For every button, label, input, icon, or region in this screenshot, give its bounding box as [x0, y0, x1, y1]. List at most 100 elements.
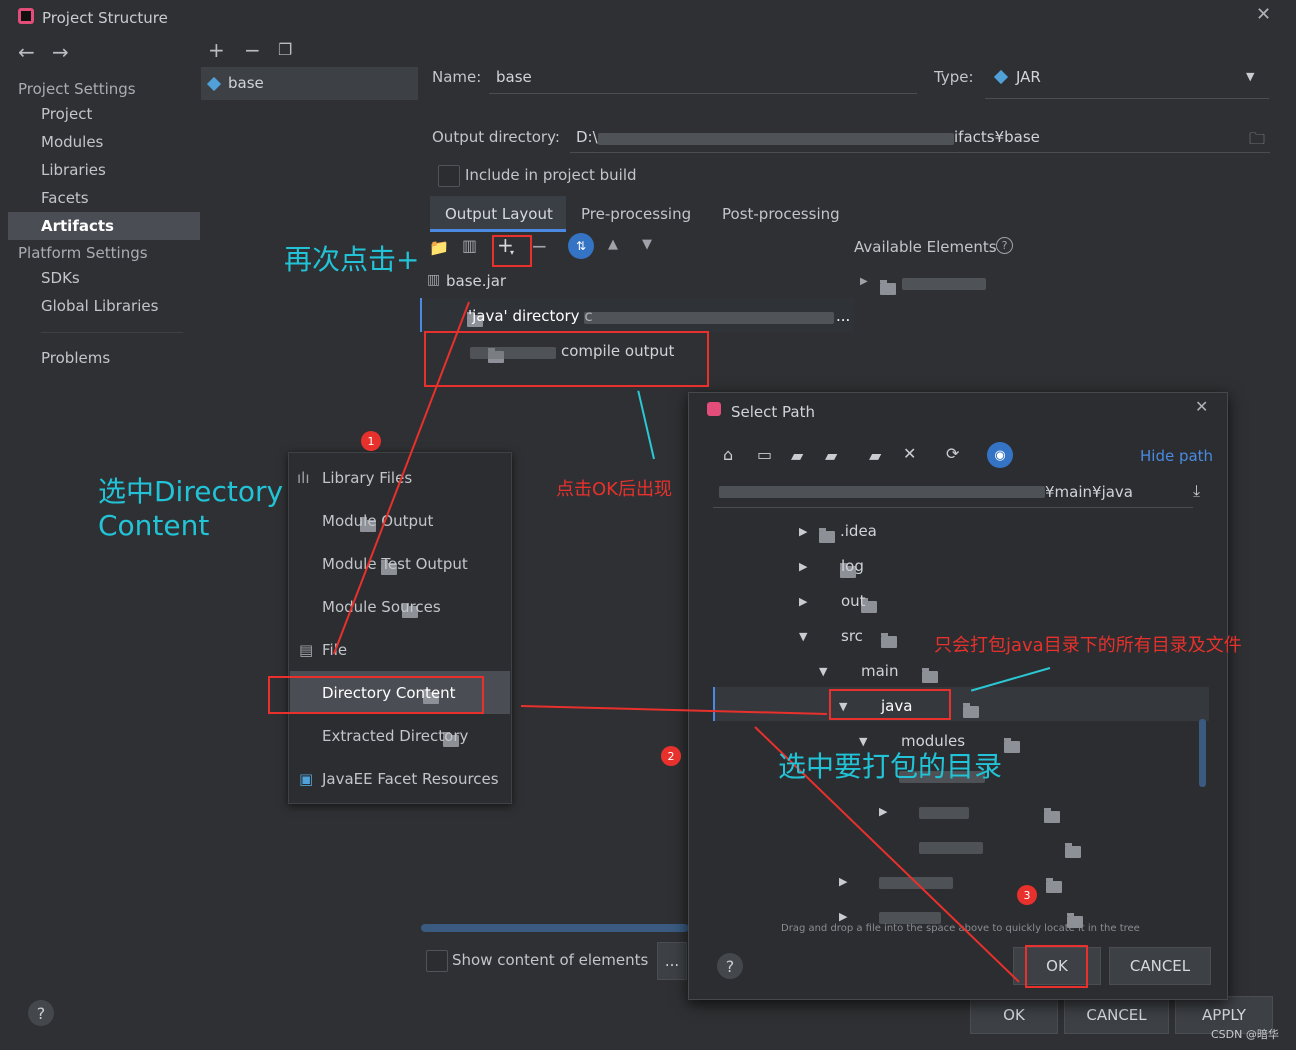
library-files-icon: ılı: [297, 469, 310, 487]
browse-folder-icon[interactable]: 🗀: [1249, 128, 1265, 155]
jar-artifact-icon: [206, 76, 222, 92]
include-build-checkbox[interactable]: [438, 165, 460, 187]
forward-arrow-icon[interactable]: →: [52, 42, 69, 62]
menu-module-test-output[interactable]: Module Test Output: [322, 555, 468, 573]
artifact-name: base: [228, 74, 264, 92]
java-directory-path-blurred: [584, 312, 834, 324]
step-badge-1: 1: [361, 431, 381, 451]
dialog-title: Select Path: [731, 403, 815, 421]
tree-item-blurred: [919, 807, 969, 819]
show-content-checkbox[interactable]: [426, 950, 448, 972]
collapse-src-icon[interactable]: ▼: [799, 630, 807, 643]
java-directory-ellipsis: ...: [836, 307, 851, 325]
expand-idea-icon[interactable]: ▶: [799, 525, 807, 538]
remove-element-icon[interactable]: −: [531, 234, 548, 258]
add-artifact-icon[interactable]: +: [208, 40, 225, 60]
copy-artifact-icon[interactable]: ❐: [278, 40, 292, 60]
vertical-scrollbar[interactable]: [1199, 719, 1206, 787]
tree-item-src[interactable]: src: [841, 627, 863, 645]
move-down-icon[interactable]: ▼: [642, 237, 652, 252]
horizontal-scrollbar[interactable]: [421, 924, 689, 932]
tree-item-log[interactable]: log: [841, 557, 864, 575]
menu-module-sources[interactable]: Module Sources: [322, 598, 441, 616]
tree-root-jar[interactable]: base.jar: [446, 272, 506, 290]
output-directory-label: Output directory:: [432, 128, 560, 146]
sidebar-item-facets[interactable]: Facets: [41, 189, 89, 207]
csdn-watermark: CSDN @暗华: [1211, 1028, 1279, 1041]
new-folder-icon[interactable]: ▰: [869, 446, 881, 465]
sidebar-item-problems[interactable]: Problems: [41, 349, 110, 367]
tree-item-main[interactable]: main: [861, 662, 898, 680]
help-circle-icon[interactable]: ?: [996, 237, 1013, 254]
name-field[interactable]: base: [496, 68, 532, 86]
main-ok-button[interactable]: OK: [970, 996, 1058, 1034]
move-up-icon[interactable]: ▲: [608, 237, 618, 252]
sidebar-item-artifacts[interactable]: Artifacts: [41, 217, 114, 235]
expand-icon[interactable]: ▶: [839, 910, 847, 923]
intellij-logo-icon: [18, 8, 34, 24]
tree-item-idea[interactable]: .idea: [840, 522, 877, 540]
hide-path-link[interactable]: Hide path: [1140, 447, 1213, 465]
folder-icon: [881, 632, 898, 648]
expand-log-icon[interactable]: ▶: [799, 560, 807, 573]
create-archive-icon[interactable]: ▥: [462, 236, 477, 255]
output-field-underline: [570, 152, 1270, 153]
artifact-list-item[interactable]: base: [201, 67, 418, 100]
window-title: Project Structure: [42, 9, 168, 27]
download-icon[interactable]: ⤓: [1193, 481, 1200, 501]
title-bar: Project Structure ✕: [0, 0, 1296, 36]
highlight-add-button: [492, 235, 532, 267]
tree-java-directory: 'java' directory c: [468, 307, 593, 325]
folder-icon: [1003, 737, 1020, 753]
expand-out-icon[interactable]: ▶: [799, 595, 807, 608]
sidebar-item-modules[interactable]: Modules: [41, 133, 103, 151]
menu-module-output[interactable]: Module Output: [322, 512, 433, 530]
show-content-label: Show content of elements: [452, 951, 649, 969]
sidebar-item-global-libraries[interactable]: Global Libraries: [41, 297, 158, 315]
tree-item-out[interactable]: out: [841, 592, 866, 610]
create-directory-icon[interactable]: 📁: [429, 238, 449, 257]
menu-javaee-facet-resources[interactable]: JavaEE Facet Resources: [322, 770, 499, 788]
expand-icon[interactable]: ▶: [839, 875, 847, 888]
show-hidden-icon[interactable]: ◉: [987, 442, 1013, 468]
tab-pre-processing[interactable]: Pre-processing: [581, 205, 691, 223]
home-icon[interactable]: ⌂: [723, 445, 733, 464]
delete-icon[interactable]: ✕: [903, 444, 916, 463]
tree-row-java-selected[interactable]: [713, 687, 1209, 721]
collapse-main-icon[interactable]: ▼: [819, 665, 827, 678]
path-field[interactable]: ¥main¥java: [1045, 483, 1133, 501]
help-icon[interactable]: ?: [28, 1000, 54, 1026]
expand-icon[interactable]: ▶: [879, 805, 887, 818]
chevron-down-icon[interactable]: ▼: [1246, 70, 1254, 83]
desktop-icon[interactable]: ▭: [757, 445, 772, 464]
sidebar-item-project[interactable]: Project: [41, 105, 92, 123]
dialog-logo-icon: [707, 402, 721, 416]
type-select[interactable]: JAR: [1016, 68, 1041, 86]
project-folder-icon[interactable]: ▰: [791, 446, 803, 465]
dialog-cancel-button[interactable]: CANCEL: [1109, 947, 1211, 985]
sidebar-divider: [41, 332, 183, 333]
main-cancel-button[interactable]: CANCEL: [1064, 996, 1169, 1034]
refresh-icon[interactable]: ⟳: [946, 444, 959, 463]
sidebar-item-sdks[interactable]: SDKs: [41, 269, 80, 287]
expand-arrow-icon[interactable]: ▶: [860, 276, 868, 287]
tab-output-layout[interactable]: Output Layout: [430, 196, 566, 232]
sort-icon[interactable]: ⇅: [568, 233, 594, 259]
dialog-close-icon[interactable]: ✕: [1195, 397, 1208, 416]
step-badge-3: 3: [1017, 885, 1037, 905]
path-field-underline: [713, 507, 1193, 508]
close-icon[interactable]: ✕: [1256, 4, 1271, 25]
module-folder-toolbar-icon[interactable]: ▰: [825, 446, 837, 465]
folder-icon: [1046, 877, 1063, 893]
show-content-options-button[interactable]: ...: [657, 942, 687, 980]
dialog-help-icon[interactable]: ?: [717, 953, 743, 979]
menu-extracted-directory[interactable]: Extracted Directory: [322, 727, 468, 745]
include-build-label: Include in project build: [465, 166, 637, 184]
back-arrow-icon[interactable]: ←: [18, 42, 35, 62]
tab-output-layout-label: Output Layout: [445, 205, 553, 223]
remove-artifact-icon[interactable]: −: [244, 40, 261, 60]
annotation-select-target: 选中要打包的目录: [778, 750, 1003, 783]
output-directory-prefix[interactable]: D:\: [576, 128, 598, 146]
tab-post-processing[interactable]: Post-processing: [722, 205, 840, 223]
sidebar-item-libraries[interactable]: Libraries: [41, 161, 106, 179]
